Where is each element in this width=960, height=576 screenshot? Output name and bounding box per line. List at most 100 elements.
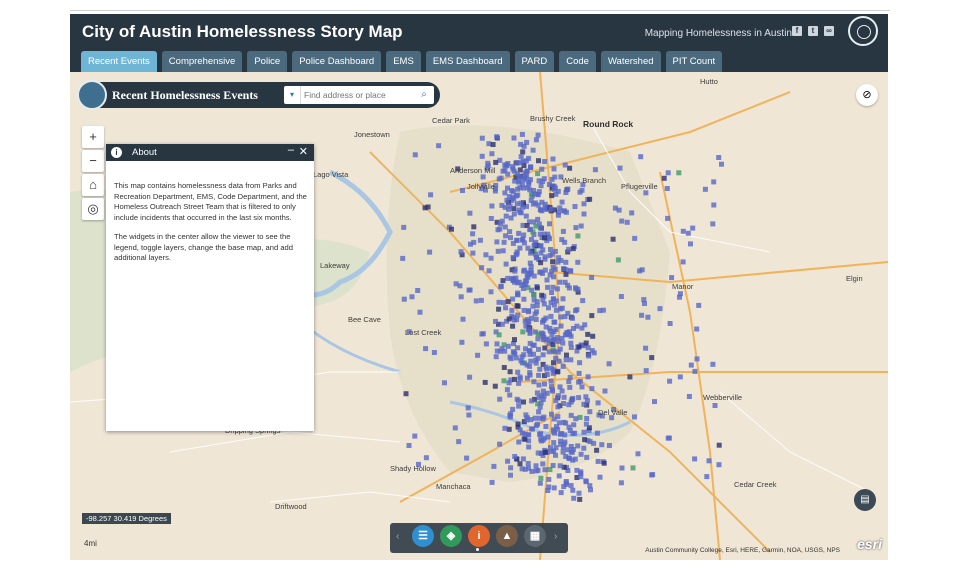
incident-marker[interactable]: [511, 196, 517, 202]
incident-marker[interactable]: [511, 211, 517, 217]
incident-marker[interactable]: [544, 277, 550, 283]
incident-marker[interactable]: [542, 235, 548, 241]
incident-marker[interactable]: [532, 415, 538, 421]
incident-marker[interactable]: [508, 235, 513, 241]
incident-marker[interactable]: [677, 374, 683, 380]
incident-marker[interactable]: [417, 309, 423, 315]
incident-marker[interactable]: [557, 279, 563, 285]
incident-marker[interactable]: [512, 337, 517, 343]
incident-marker[interactable]: [501, 365, 507, 370]
incident-marker[interactable]: [401, 296, 407, 302]
incident-marker[interactable]: [501, 378, 507, 384]
incident-marker[interactable]: [549, 290, 555, 295]
incident-marker[interactable]: [562, 162, 568, 168]
incident-marker[interactable]: [543, 424, 549, 429]
incident-marker[interactable]: [525, 432, 531, 438]
incident-marker[interactable]: [460, 188, 465, 193]
incident-marker[interactable]: [619, 218, 625, 224]
incident-marker[interactable]: [423, 455, 429, 461]
incident-marker[interactable]: [544, 372, 550, 377]
incident-marker[interactable]: [550, 342, 556, 348]
incident-marker[interactable]: [515, 369, 521, 375]
incident-marker[interactable]: [688, 241, 693, 247]
incident-marker[interactable]: [493, 354, 499, 360]
incident-marker[interactable]: [585, 331, 591, 337]
incident-marker[interactable]: [571, 495, 577, 501]
incident-marker[interactable]: [589, 348, 595, 354]
incident-marker[interactable]: [510, 349, 516, 355]
incident-marker[interactable]: [507, 229, 513, 235]
incident-marker[interactable]: [553, 298, 559, 304]
incident-marker[interactable]: [524, 417, 530, 423]
tab-ems[interactable]: EMS: [386, 51, 421, 72]
tab-pit-count[interactable]: PIT Count: [665, 51, 723, 72]
incident-marker[interactable]: [502, 425, 508, 431]
incident-marker[interactable]: [527, 340, 533, 346]
incident-marker[interactable]: [583, 421, 589, 427]
incident-marker[interactable]: [573, 416, 579, 422]
incident-marker[interactable]: [466, 412, 472, 418]
incident-marker[interactable]: [549, 411, 554, 417]
incident-marker[interactable]: [555, 393, 561, 399]
incident-marker[interactable]: [519, 360, 525, 366]
incident-marker[interactable]: [545, 488, 551, 493]
incident-marker[interactable]: [578, 451, 584, 457]
incident-marker[interactable]: [561, 266, 567, 272]
incident-marker[interactable]: [460, 316, 466, 322]
incident-marker[interactable]: [686, 394, 692, 399]
incident-marker[interactable]: [581, 211, 587, 217]
incident-marker[interactable]: [688, 362, 694, 368]
incident-marker[interactable]: [546, 182, 552, 187]
incident-marker[interactable]: [590, 333, 596, 339]
info-icon[interactable]: i: [468, 525, 490, 547]
incident-marker[interactable]: [641, 297, 647, 303]
incident-marker[interactable]: [525, 245, 531, 251]
incident-marker[interactable]: [521, 352, 527, 358]
incident-marker[interactable]: [692, 456, 698, 462]
incident-marker[interactable]: [587, 439, 593, 445]
incident-marker[interactable]: [514, 251, 520, 257]
incident-marker[interactable]: [548, 206, 554, 212]
map-view[interactable]: Hutto Cedar Park Brushy Creek Round Rock…: [70, 72, 888, 560]
incident-marker[interactable]: [528, 250, 534, 256]
incident-marker[interactable]: [537, 415, 543, 421]
incident-marker[interactable]: [542, 201, 548, 207]
incident-marker[interactable]: [565, 282, 571, 288]
incident-marker[interactable]: [542, 381, 547, 387]
incident-marker[interactable]: [546, 349, 552, 355]
incident-marker[interactable]: [516, 439, 522, 445]
incident-marker[interactable]: [494, 239, 500, 245]
minimize-icon[interactable]: –: [288, 144, 294, 156]
incident-marker[interactable]: [704, 474, 710, 480]
incident-marker[interactable]: [412, 152, 418, 158]
incident-marker[interactable]: [497, 396, 503, 402]
incident-marker[interactable]: [534, 299, 540, 305]
incident-marker[interactable]: [557, 463, 563, 469]
home-icon[interactable]: ⌂: [82, 174, 104, 196]
incident-marker[interactable]: [467, 210, 473, 216]
incident-marker[interactable]: [563, 259, 569, 265]
incident-marker[interactable]: [564, 352, 569, 358]
incident-marker[interactable]: [551, 183, 557, 189]
incident-marker[interactable]: [528, 197, 534, 203]
incident-marker[interactable]: [470, 250, 476, 256]
incident-marker[interactable]: [551, 428, 557, 434]
incident-marker[interactable]: [528, 226, 533, 232]
incident-marker[interactable]: [514, 237, 520, 243]
table-icon[interactable]: ▤: [854, 489, 876, 511]
incident-marker[interactable]: [533, 255, 539, 261]
incident-marker[interactable]: [575, 286, 581, 292]
basemap-icon[interactable]: ▲: [496, 525, 518, 547]
incident-marker[interactable]: [515, 292, 521, 298]
incident-marker[interactable]: [515, 186, 521, 192]
incident-marker[interactable]: [520, 149, 526, 155]
incident-marker[interactable]: [520, 286, 526, 291]
incident-marker[interactable]: [517, 209, 523, 215]
incident-marker[interactable]: [573, 225, 579, 231]
incident-marker[interactable]: [524, 278, 529, 284]
search-input[interactable]: [304, 86, 414, 104]
incident-marker[interactable]: [524, 375, 530, 381]
incident-marker[interactable]: [533, 200, 538, 206]
incident-marker[interactable]: [496, 306, 502, 312]
tab-police-dashboard[interactable]: Police Dashboard: [292, 51, 382, 72]
